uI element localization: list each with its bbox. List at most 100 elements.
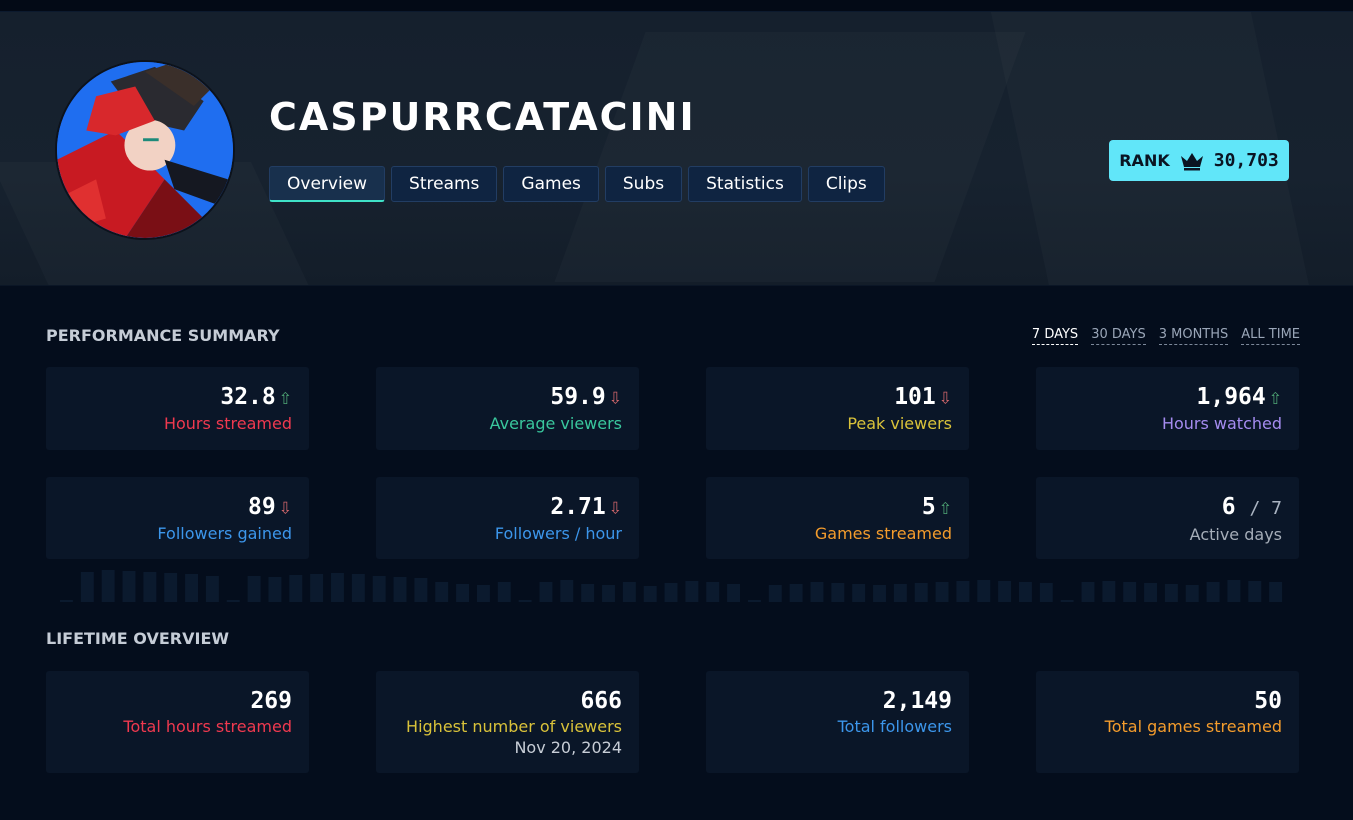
activity-bars <box>60 570 1283 602</box>
stat-card-games-streamed: 5 ⇧ Games streamed <box>706 477 969 559</box>
stat-value: 2,149 <box>882 688 952 714</box>
tab-subs[interactable]: Subs <box>604 166 683 202</box>
stat-label: Total followers <box>837 717 952 736</box>
header-decoration <box>555 32 1026 282</box>
activity-bar <box>351 574 365 602</box>
tab-overview[interactable]: Overview <box>269 166 386 202</box>
stat-label: Average viewers <box>489 414 622 433</box>
activity-bar <box>1018 582 1032 602</box>
stat-label: Highest number of viewers <box>406 717 622 736</box>
channel-header: CASPURRCATACINI Overview Streams Games S… <box>0 12 1353 286</box>
stat-value: 1,964 <box>1196 384 1266 410</box>
activity-bar <box>727 584 741 602</box>
activity-bar <box>768 585 782 602</box>
activity-bar <box>1039 583 1053 602</box>
channel-name: CASPURRCATACINI <box>269 95 696 139</box>
activity-bar <box>435 582 449 602</box>
range-30-days[interactable]: 30 DAYS <box>1091 327 1146 345</box>
activity-bar <box>560 580 574 602</box>
activity-bar <box>831 583 845 602</box>
stat-label: Total hours streamed <box>123 717 292 736</box>
avatar-image <box>57 62 233 238</box>
activity-bar <box>1060 600 1074 602</box>
stat-value: 5 <box>921 494 936 520</box>
tab-statistics[interactable]: Statistics <box>688 166 802 202</box>
activity-bar <box>1164 584 1178 602</box>
range-3-months[interactable]: 3 MONTHS <box>1158 327 1229 345</box>
stat-card-peak-viewers: 101 ⇩ Peak viewers <box>706 367 969 450</box>
activity-bar <box>60 600 73 602</box>
activity-bar <box>789 584 803 602</box>
activity-bar <box>164 573 178 602</box>
activity-bar <box>873 585 886 602</box>
activity-bar <box>247 576 261 602</box>
stat-label: Games streamed <box>814 524 952 543</box>
activity-bar <box>393 577 407 602</box>
activity-bar <box>1144 583 1157 602</box>
activity-bar <box>80 572 94 602</box>
activity-bar <box>372 576 386 602</box>
rank-badge[interactable]: RANK 30,703 <box>1109 140 1289 181</box>
activity-bar <box>1206 582 1220 602</box>
stat-value: 50 <box>1254 688 1282 714</box>
tab-streams[interactable]: Streams <box>391 166 498 202</box>
activity-bar <box>1227 580 1241 602</box>
stat-label: Peak viewers <box>847 414 952 433</box>
activity-bar <box>664 583 678 602</box>
tab-games[interactable]: Games <box>503 166 599 202</box>
stat-value: 89 <box>248 494 276 520</box>
stat-card-average-viewers: 59.9 ⇩ Average viewers <box>376 367 639 450</box>
range-7-days[interactable]: 7 DAYS <box>1031 327 1079 345</box>
stat-value: 32.8 <box>220 384 276 410</box>
top-bar <box>0 0 1353 12</box>
channel-tabs: Overview Streams Games Subs Statistics C… <box>269 166 891 202</box>
activity-bar <box>852 584 866 602</box>
stat-value: 666 <box>580 688 622 714</box>
activity-bar <box>476 585 490 602</box>
lifetime-card-total-followers: 2,149 Total followers <box>706 671 969 773</box>
activity-bar <box>581 584 595 602</box>
arrow-up-icon: ⇧ <box>938 495 952 520</box>
activity-bar <box>1123 582 1137 602</box>
activity-bar <box>956 581 970 602</box>
activity-bar <box>205 576 219 602</box>
activity-bar <box>602 585 615 602</box>
activity-bar <box>893 584 907 602</box>
activity-bar <box>1269 582 1283 602</box>
lifetime-overview-title: LIFETIME OVERVIEW <box>46 629 230 648</box>
stat-value: 59.9 <box>550 384 606 410</box>
arrow-up-icon: ⇧ <box>278 385 292 410</box>
tab-clips[interactable]: Clips <box>807 166 885 202</box>
activity-bar <box>810 582 824 602</box>
activity-bar <box>101 570 115 602</box>
stat-denominator: / 7 <box>1249 498 1282 519</box>
range-all-time[interactable]: ALL TIME <box>1241 327 1300 345</box>
avatar[interactable] <box>55 60 235 240</box>
activity-bar <box>185 574 199 602</box>
activity-bar <box>685 581 699 602</box>
activity-bar <box>977 580 991 602</box>
stat-value: 6 <box>1221 494 1236 520</box>
activity-bar <box>935 582 949 602</box>
arrow-up-icon: ⇧ <box>1268 385 1282 410</box>
stat-label: Active days <box>1189 525 1282 544</box>
stat-label: Followers / hour <box>494 524 622 543</box>
performance-summary-title: PERFORMANCE SUMMARY <box>46 326 280 345</box>
lifetime-card-total-games: 50 Total games streamed <box>1036 671 1299 773</box>
activity-bar <box>497 582 511 602</box>
activity-bar <box>622 582 636 602</box>
stat-label: Followers gained <box>157 524 292 543</box>
activity-bar <box>643 586 657 602</box>
crown-icon <box>1180 151 1204 171</box>
stat-label: Hours watched <box>1161 414 1282 433</box>
activity-bar <box>706 582 720 602</box>
activity-bar <box>122 571 136 602</box>
activity-bar <box>1081 582 1095 602</box>
activity-bar <box>1248 581 1262 602</box>
activity-bar <box>998 581 1012 602</box>
activity-sparkline <box>60 566 1290 602</box>
rank-label: RANK <box>1119 151 1170 170</box>
stat-card-followers-gained: 89 ⇩ Followers gained <box>46 477 309 559</box>
stat-card-followers-per-hour: 2.71 ⇩ Followers / hour <box>376 477 639 559</box>
activity-bar <box>143 572 157 602</box>
